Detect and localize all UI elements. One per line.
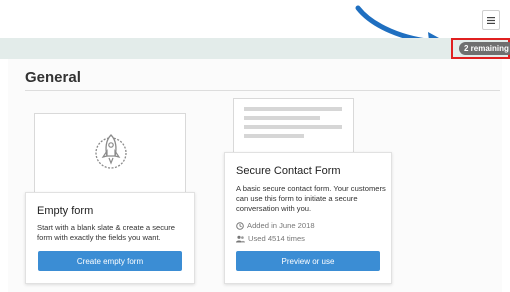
users-icon xyxy=(236,235,245,242)
preview-line xyxy=(244,134,304,138)
added-date-text: Added in June 2018 xyxy=(247,221,315,230)
empty-form-description: Start with a blank slate & create a secu… xyxy=(37,223,176,242)
empty-form-title: Empty form xyxy=(37,205,94,217)
preview-or-use-button[interactable]: Preview or use xyxy=(236,251,380,271)
usage-count: Used 4514 times xyxy=(236,234,305,243)
create-empty-form-button[interactable]: Create empty form xyxy=(38,251,182,271)
section-title: General xyxy=(25,69,81,86)
preview-line xyxy=(244,107,342,111)
contact-form-card: Secure Contact Form A basic secure conta… xyxy=(224,152,392,284)
rocket-icon xyxy=(95,134,127,169)
added-date: Added in June 2018 xyxy=(236,221,315,230)
empty-form-card: Empty form Start with a blank slate & cr… xyxy=(25,192,195,284)
remaining-badge: 2 remaining xyxy=(459,42,510,55)
contact-form-title: Secure Contact Form xyxy=(236,165,341,177)
empty-form-preview[interactable] xyxy=(34,113,186,201)
preview-line xyxy=(244,116,320,120)
status-strip xyxy=(0,38,510,59)
clock-icon xyxy=(236,221,244,230)
menu-button[interactable] xyxy=(482,10,500,30)
hamburger-icon xyxy=(487,16,495,24)
usage-count-text: Used 4514 times xyxy=(248,234,305,243)
preview-line xyxy=(244,125,342,129)
contact-form-description: A basic secure contact form. Your custom… xyxy=(236,184,386,213)
section-divider xyxy=(25,90,500,91)
